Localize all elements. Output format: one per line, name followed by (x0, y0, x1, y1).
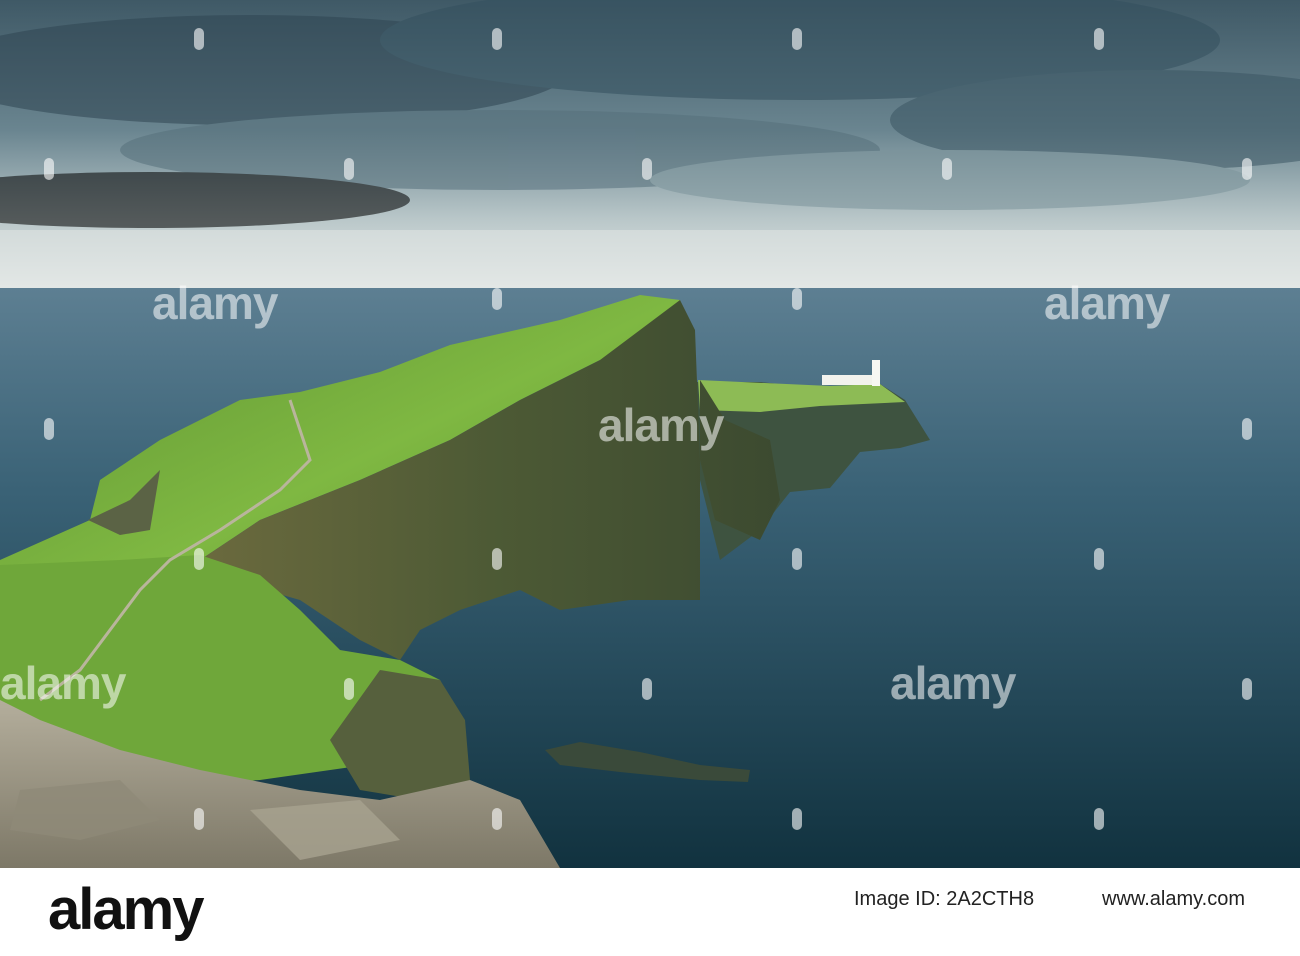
watermark-mark (492, 808, 502, 830)
watermark-mark (492, 28, 502, 50)
lighthouse-tower (872, 360, 880, 386)
image-id-label: Image ID: 2A2CTH8 (854, 888, 1034, 911)
watermark-mark (194, 28, 204, 50)
watermark-mark (792, 548, 802, 570)
image-id-prefix: Image ID: (854, 888, 947, 910)
watermark-mark (492, 288, 502, 310)
watermark-mark (44, 158, 54, 180)
watermark: alamy (890, 657, 1016, 709)
watermark-mark (642, 678, 652, 700)
watermark-mark (1094, 808, 1104, 830)
watermark-mark (792, 288, 802, 310)
footer-bar: alamy Image ID: 2A2CTH8 www.alamy.com (0, 868, 1300, 956)
watermark-mark (792, 28, 802, 50)
image-id: 2A2CTH8 (946, 888, 1035, 910)
watermark: alamy (152, 277, 278, 329)
watermark-mark (942, 158, 952, 180)
watermark: alamy (598, 399, 724, 451)
watermark-mark (1242, 418, 1252, 440)
watermark-mark (194, 808, 204, 830)
watermark: alamy (0, 657, 126, 709)
alamy-logo[interactable]: alamy (48, 880, 204, 940)
site-url[interactable]: www.alamy.com (1102, 888, 1245, 911)
watermark-mark (492, 548, 502, 570)
watermark-mark (792, 808, 802, 830)
watermark-mark (194, 548, 204, 570)
watermark-mark (642, 158, 652, 180)
watermark-mark (44, 418, 54, 440)
watermark-mark (1242, 158, 1252, 180)
watermark-mark (344, 678, 354, 700)
watermark-mark (1242, 678, 1252, 700)
watermark-mark (1094, 28, 1104, 50)
lighthouse-building (822, 375, 880, 385)
watermark-mark (1094, 548, 1104, 570)
watermark-mark (344, 158, 354, 180)
landscape-photo: alamy alamy alamy alamy alamy (0, 0, 1300, 868)
watermark: alamy (1044, 277, 1170, 329)
